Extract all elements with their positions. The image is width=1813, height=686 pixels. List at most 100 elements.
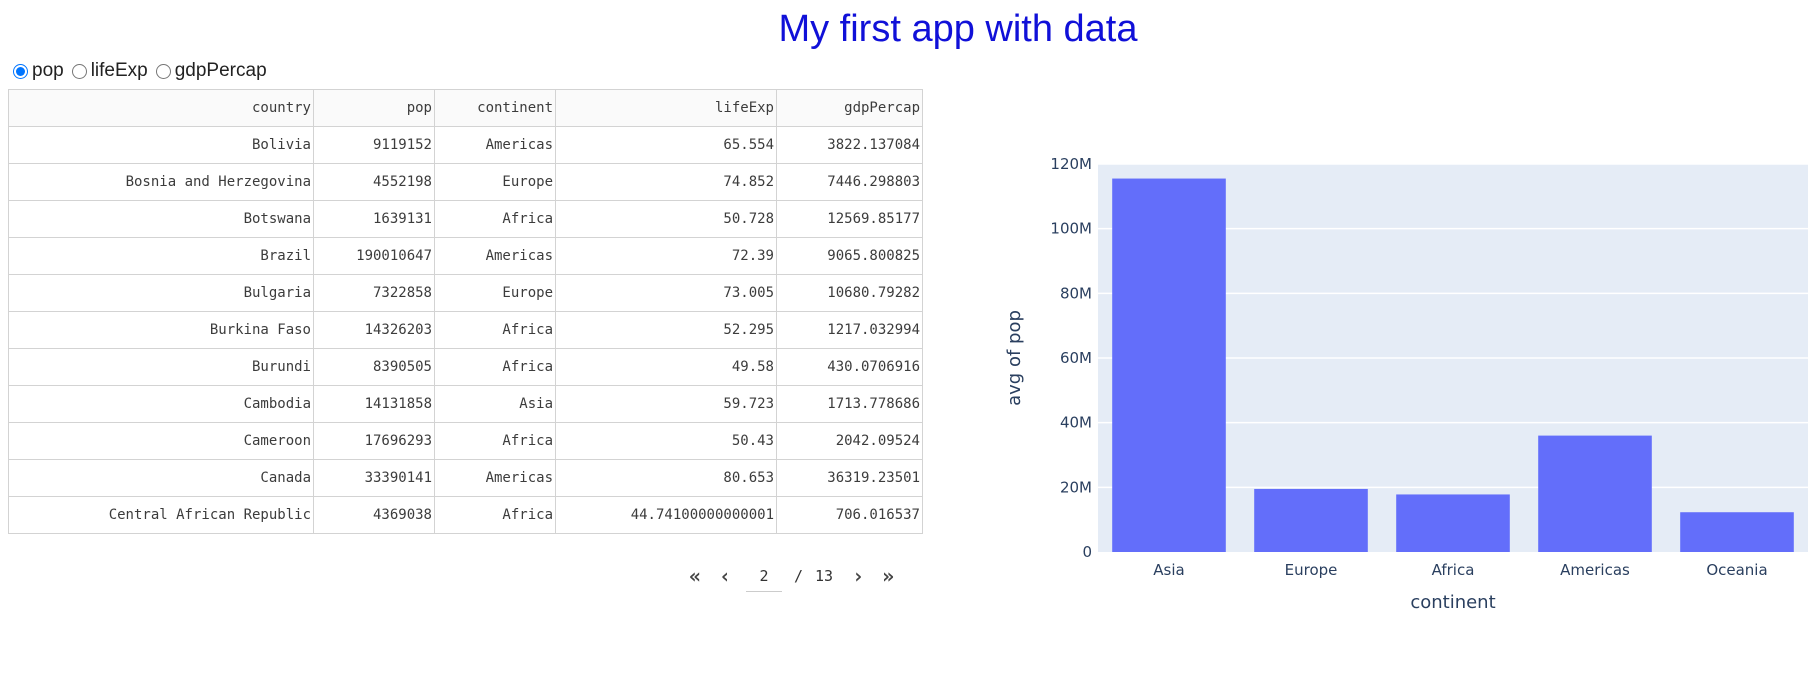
cell-gdppercap[interactable]: 7446.298803 bbox=[776, 163, 923, 201]
cell-country[interactable]: Burundi bbox=[8, 348, 314, 386]
radio-label-gdppercap: gdpPercap bbox=[174, 60, 267, 81]
cell-pop[interactable]: 8390505 bbox=[313, 348, 435, 386]
cell-country[interactable]: Bulgaria bbox=[8, 274, 314, 312]
radio-lifeexp[interactable] bbox=[71, 63, 87, 79]
cell-continent[interactable]: Americas bbox=[434, 459, 556, 497]
cell-country[interactable]: Burkina Faso bbox=[8, 311, 314, 349]
radio-pop[interactable] bbox=[13, 63, 28, 79]
next-page-button[interactable]: › bbox=[843, 564, 873, 588]
cell-gdppercap[interactable]: 706.016537 bbox=[776, 496, 923, 534]
cell-lifeexp[interactable]: 49.58 bbox=[555, 348, 777, 386]
cell-lifeexp[interactable]: 44.74100000000001 bbox=[555, 496, 777, 534]
radio-label-lifeexp: lifeExp bbox=[90, 60, 148, 81]
table-row: Canada 33390141 Americas 80.653 36319.23… bbox=[8, 459, 923, 497]
cell-pop[interactable]: 14326203 bbox=[313, 311, 435, 349]
last-page-button[interactable]: » bbox=[873, 564, 903, 588]
cell-lifeexp[interactable]: 59.723 bbox=[555, 385, 777, 423]
current-page-input[interactable] bbox=[746, 560, 782, 592]
radio-label-pop: pop bbox=[32, 60, 64, 81]
x-tick-label: Europe bbox=[1285, 561, 1338, 579]
column-header-pop[interactable]: pop bbox=[313, 89, 435, 127]
cell-gdppercap[interactable]: 430.0706916 bbox=[776, 348, 923, 386]
cell-pop[interactable]: 17696293 bbox=[313, 422, 435, 460]
cell-lifeexp[interactable]: 52.295 bbox=[555, 311, 777, 349]
cell-pop[interactable]: 1639131 bbox=[313, 200, 435, 238]
y-axis-title: avg of pop bbox=[1004, 310, 1025, 406]
bar-chart: 0 20M 40M 60M 80M 100M 120M Asia Europe Africa Ame… bbox=[1004, 155, 1808, 613]
table-row: Cameroon 17696293 Africa 50.43 2042.0952… bbox=[8, 422, 923, 460]
cell-pop[interactable]: 4552198 bbox=[313, 163, 435, 201]
cell-gdppercap[interactable]: 1217.032994 bbox=[776, 311, 923, 349]
table-row: Brazil 190010647 Americas 72.39 9065.800… bbox=[8, 237, 923, 275]
x-axis-title: continent bbox=[1410, 592, 1495, 613]
metric-radio-group: pop lifeExp gdpPercap bbox=[10, 60, 272, 82]
column-header-continent[interactable]: continent bbox=[434, 89, 556, 127]
cell-continent[interactable]: Africa bbox=[434, 200, 556, 238]
cell-lifeexp[interactable]: 73.005 bbox=[555, 274, 777, 312]
table-row: Central African Republic 4369038 Africa … bbox=[8, 496, 923, 534]
cell-country[interactable]: Brazil bbox=[8, 237, 314, 275]
cell-lifeexp[interactable]: 74.852 bbox=[555, 163, 777, 201]
radio-option-lifeexp[interactable]: lifeExp bbox=[69, 60, 148, 82]
radio-gdppercap[interactable] bbox=[155, 63, 171, 79]
cell-continent[interactable]: Africa bbox=[434, 496, 556, 534]
cell-country[interactable]: Bosnia and Herzegovina bbox=[8, 163, 314, 201]
cell-continent[interactable]: Africa bbox=[434, 348, 556, 386]
bar-asia bbox=[1112, 178, 1226, 553]
table-row: Bosnia and Herzegovina 4552198 Europe 74… bbox=[8, 163, 923, 201]
table-row: Burkina Faso 14326203 Africa 52.295 1217… bbox=[8, 311, 923, 349]
cell-pop[interactable]: 190010647 bbox=[313, 237, 435, 275]
cell-continent[interactable]: Americas bbox=[434, 237, 556, 275]
bar-americas bbox=[1538, 435, 1652, 552]
x-tick-label: Americas bbox=[1560, 561, 1630, 579]
cell-gdppercap[interactable]: 10680.79282 bbox=[776, 274, 923, 312]
x-tick-label: Asia bbox=[1153, 561, 1184, 579]
cell-lifeexp[interactable]: 72.39 bbox=[555, 237, 777, 275]
column-header-country[interactable]: country bbox=[8, 89, 314, 127]
x-tick-label: Africa bbox=[1432, 561, 1475, 579]
cell-continent[interactable]: Europe bbox=[434, 163, 556, 201]
bar-africa bbox=[1396, 494, 1510, 552]
cell-pop[interactable]: 14131858 bbox=[313, 385, 435, 423]
previous-page-button[interactable]: ‹ bbox=[710, 564, 740, 588]
cell-country[interactable]: Cameroon bbox=[8, 422, 314, 460]
x-tick-label: Oceania bbox=[1706, 561, 1767, 579]
cell-gdppercap[interactable]: 12569.85177 bbox=[776, 200, 923, 238]
column-header-gdppercap[interactable]: gdpPercap bbox=[776, 89, 923, 127]
cell-continent[interactable]: Americas bbox=[434, 126, 556, 164]
cell-pop[interactable]: 33390141 bbox=[313, 459, 435, 497]
page-title: My first app with data bbox=[778, 8, 1138, 50]
data-table: country pop continent lifeExp gdpPercap … bbox=[8, 89, 923, 534]
table-row: Botswana 1639131 Africa 50.728 12569.851… bbox=[8, 200, 923, 238]
cell-country[interactable]: Cambodia bbox=[8, 385, 314, 423]
first-page-button[interactable]: « bbox=[680, 564, 710, 588]
cell-country[interactable]: Central African Republic bbox=[8, 496, 314, 534]
cell-continent[interactable]: Africa bbox=[434, 422, 556, 460]
cell-pop[interactable]: 4369038 bbox=[313, 496, 435, 534]
cell-lifeexp[interactable]: 50.728 bbox=[555, 200, 777, 238]
bar-oceania bbox=[1680, 512, 1794, 552]
cell-pop[interactable]: 7322858 bbox=[313, 274, 435, 312]
column-header-lifeexp[interactable]: lifeExp bbox=[555, 89, 777, 127]
cell-gdppercap[interactable]: 1713.778686 bbox=[776, 385, 923, 423]
cell-continent[interactable]: Asia bbox=[434, 385, 556, 423]
cell-lifeexp[interactable]: 65.554 bbox=[555, 126, 777, 164]
y-tick-label: 80M bbox=[1060, 284, 1092, 302]
cell-continent[interactable]: Europe bbox=[434, 274, 556, 312]
cell-country[interactable]: Canada bbox=[8, 459, 314, 497]
cell-lifeexp[interactable]: 50.43 bbox=[555, 422, 777, 460]
radio-option-gdppercap[interactable]: gdpPercap bbox=[153, 60, 267, 82]
cell-continent[interactable]: Africa bbox=[434, 311, 556, 349]
table-header-row: country pop continent lifeExp gdpPercap bbox=[8, 89, 923, 127]
cell-gdppercap[interactable]: 3822.137084 bbox=[776, 126, 923, 164]
cell-lifeexp[interactable]: 80.653 bbox=[555, 459, 777, 497]
cell-country[interactable]: Bolivia bbox=[8, 126, 314, 164]
cell-pop[interactable]: 9119152 bbox=[313, 126, 435, 164]
cell-gdppercap[interactable]: 2042.09524 bbox=[776, 422, 923, 460]
cell-country[interactable]: Botswana bbox=[8, 200, 314, 238]
total-pages: 13 bbox=[815, 567, 834, 585]
cell-gdppercap[interactable]: 36319.23501 bbox=[776, 459, 923, 497]
cell-gdppercap[interactable]: 9065.800825 bbox=[776, 237, 923, 275]
radio-option-pop[interactable]: pop bbox=[10, 60, 64, 82]
y-tick-label: 120M bbox=[1050, 155, 1092, 173]
